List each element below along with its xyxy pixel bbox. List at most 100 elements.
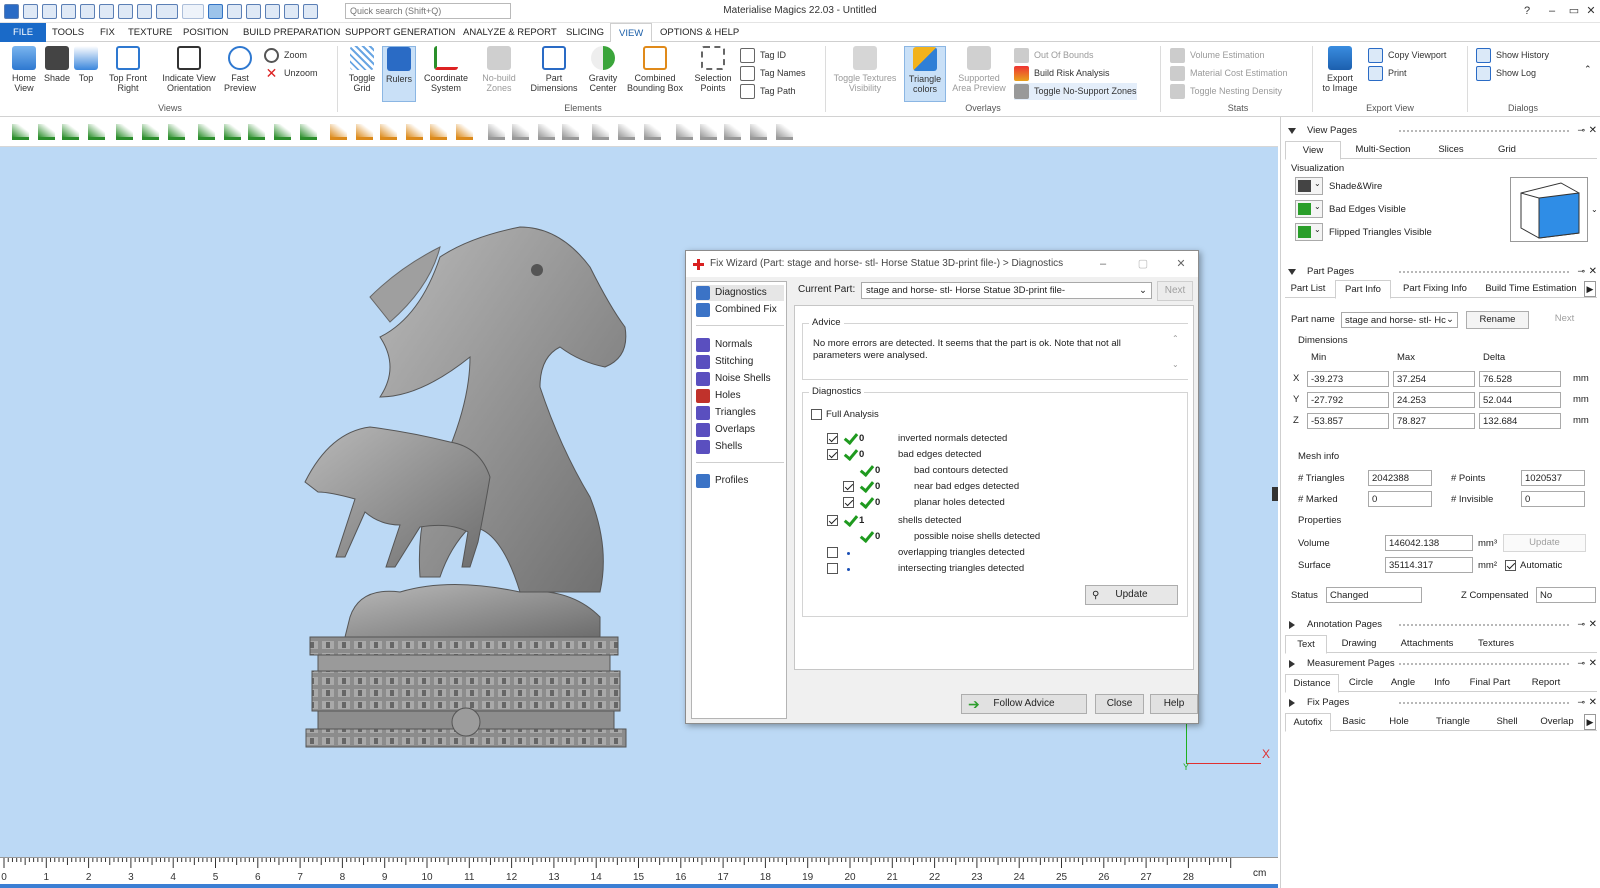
zoom-out-icon[interactable] [284, 4, 299, 19]
tab-position[interactable]: POSITION [175, 23, 236, 42]
toggle-nesting-density-button[interactable]: Toggle Nesting Density [1170, 83, 1282, 100]
dialog-close-icon[interactable]: ✕ [1166, 251, 1196, 277]
tool-icon[interactable] [700, 124, 717, 140]
diagnostic-checkbox[interactable] [843, 497, 854, 508]
shade-button[interactable]: Shade [43, 46, 71, 83]
tool-icon[interactable] [456, 124, 473, 140]
toggle-grid-button[interactable]: Toggle Grid [344, 46, 380, 93]
tab-texture[interactable]: TEXTURE [120, 23, 180, 42]
top-front-right-button[interactable]: Top Front Right [104, 46, 152, 93]
tab-angle[interactable]: Angle [1383, 674, 1423, 692]
tool-icon[interactable] [198, 124, 215, 140]
measurement-pages-header[interactable]: Measurement Pages ⊸ ✕ [1281, 655, 1600, 672]
save-icon[interactable] [61, 4, 76, 19]
help-question-icon[interactable]: ? [1516, 2, 1538, 20]
tool-icon[interactable] [512, 124, 529, 140]
build-risk-analysis-button[interactable]: Build Risk Analysis [1014, 65, 1110, 82]
tab-options-help[interactable]: OPTIONS & HELP [652, 23, 747, 42]
full-analysis-checkbox[interactable] [811, 409, 822, 420]
nav-stitching[interactable]: Stitching [696, 354, 753, 370]
tab-build-time-estimation[interactable]: Build Time Estimation [1479, 280, 1583, 298]
tag-id-button[interactable]: Tag ID [740, 47, 786, 64]
pin-icon[interactable]: ⊸ [1577, 263, 1585, 280]
close-icon[interactable]: ✕ [1589, 694, 1597, 711]
tab-overlap[interactable]: Overlap [1531, 713, 1583, 731]
tool-icon[interactable] [538, 124, 555, 140]
box-select-icon[interactable] [246, 4, 261, 19]
pin-icon[interactable]: ⊸ [1577, 655, 1585, 672]
tabs-scroll-right-icon[interactable]: ▶ [1584, 281, 1596, 297]
nav-triangles[interactable]: Triangles [696, 405, 756, 421]
unzoom-button[interactable]: ✕ Unzoom [264, 65, 318, 82]
next-button[interactable]: Next [1157, 281, 1193, 301]
tab-slicing[interactable]: SLICING [558, 23, 612, 42]
annotation-pages-header[interactable]: Annotation Pages ⊸ ✕ [1281, 616, 1600, 633]
export-to-image-button[interactable]: Export to Image [1318, 46, 1362, 93]
tab-build-preparation[interactable]: BUILD PREPARATION [235, 23, 348, 42]
flipped-triangles-visible-dropdown[interactable]: ⌄ [1295, 223, 1323, 241]
collapse-ribbon-icon[interactable]: ⌃ [1584, 64, 1592, 75]
nav-profiles[interactable]: Profiles [696, 473, 748, 489]
rename-button[interactable]: Rename [1466, 311, 1529, 329]
tab-analyze-report[interactable]: ANALYZE & REPORT [455, 23, 565, 42]
next-button[interactable]: Next [1533, 311, 1596, 329]
diagnostic-checkbox[interactable] [827, 449, 838, 460]
print-button[interactable]: Print [1368, 65, 1407, 82]
tab-hole[interactable]: Hole [1377, 713, 1421, 731]
app-icon[interactable] [4, 4, 19, 19]
select-icon[interactable] [208, 4, 223, 19]
tool-icon[interactable] [430, 124, 447, 140]
shade-wire-dropdown[interactable]: ⌄ [1295, 177, 1323, 195]
tab-attachments[interactable]: Attachments [1391, 635, 1463, 653]
zoom-in-icon[interactable] [265, 4, 280, 19]
close-icon[interactable]: ✕ [1589, 263, 1597, 280]
view-pages-header[interactable]: View Pages ⊸ ✕ [1281, 122, 1600, 139]
out-of-bounds-button[interactable]: Out Of Bounds [1014, 47, 1094, 64]
tool-icon[interactable] [274, 124, 291, 140]
nav-shells[interactable]: Shells [696, 439, 742, 455]
tool-icon[interactable] [676, 124, 693, 140]
combined-bounding-box-button[interactable]: Combined Bounding Box [624, 46, 686, 93]
part-dimensions-button[interactable]: Part Dimensions [528, 46, 580, 93]
tool-icon[interactable] [116, 124, 133, 140]
view-cube[interactable] [1510, 177, 1588, 242]
close-window-button[interactable]: ✕ [1582, 2, 1600, 20]
tab-tools[interactable]: TOOLS [44, 23, 92, 42]
nav-combined-fix[interactable]: Combined Fix [696, 302, 777, 318]
tab-slices[interactable]: Slices [1425, 141, 1477, 159]
diagnostic-checkbox[interactable] [827, 547, 838, 558]
tool-icon[interactable] [644, 124, 661, 140]
close-part-icon[interactable] [137, 4, 152, 19]
tool-icon[interactable] [724, 124, 741, 140]
tab-circle[interactable]: Circle [1341, 674, 1381, 692]
tool-icon[interactable] [142, 124, 159, 140]
nav-overlaps[interactable]: Overlaps [696, 422, 755, 438]
coordinate-system-button[interactable]: Coordinate System [420, 46, 472, 93]
follow-advice-button[interactable]: ➔ Follow Advice [961, 694, 1087, 714]
tab-drawing[interactable]: Drawing [1329, 635, 1389, 653]
copy-viewport-button[interactable]: Copy Viewport [1368, 47, 1446, 64]
tab-report[interactable]: Report [1521, 674, 1571, 692]
tab-final-part[interactable]: Final Part [1461, 674, 1519, 692]
selection-points-button[interactable]: Selection Points [692, 46, 734, 93]
dialog-maximize-button[interactable]: ▢ [1128, 251, 1158, 277]
update-properties-button[interactable]: Update [1503, 534, 1586, 552]
view-cube-dropdown-icon[interactable]: ⌄ [1591, 205, 1598, 214]
nav-noise-shells[interactable]: Noise Shells [696, 371, 771, 387]
tool-icon[interactable] [776, 124, 793, 140]
fix-pages-header[interactable]: Fix Pages ⊸ ✕ [1281, 694, 1600, 711]
nav-diagnostics[interactable]: Diagnostics [696, 285, 784, 301]
minimize-button[interactable]: – [1541, 2, 1563, 20]
tool-icon[interactable] [38, 124, 55, 140]
tool-icon[interactable] [488, 124, 505, 140]
pin-icon[interactable]: ⊸ [1577, 122, 1585, 139]
open-file-icon[interactable] [42, 4, 57, 19]
diagnostic-checkbox[interactable] [827, 433, 838, 444]
tab-autofix[interactable]: Autofix [1285, 713, 1331, 732]
dialog-title-bar[interactable]: Fix Wizard (Part: stage and horse- stl- … [686, 251, 1198, 277]
tab-part-list[interactable]: Part List [1285, 280, 1331, 298]
tool-icon[interactable] [12, 124, 29, 140]
tab-view[interactable]: VIEW [610, 23, 653, 43]
tab-fix[interactable]: FIX [92, 23, 123, 42]
pin-icon[interactable]: ⊸ [1577, 616, 1585, 633]
